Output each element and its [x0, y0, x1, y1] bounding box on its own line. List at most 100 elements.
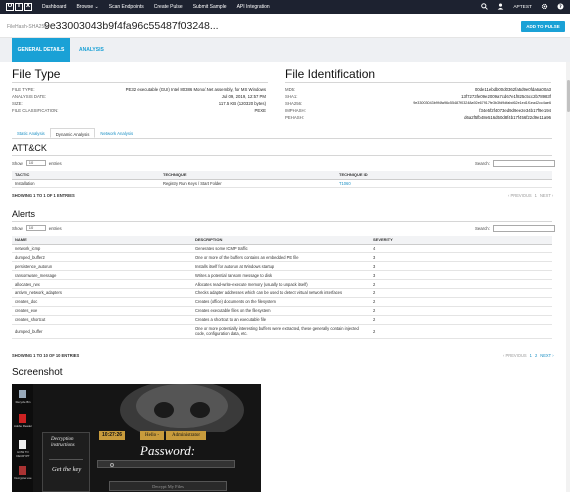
prev-button[interactable]: ‹ PREVIOUS: [503, 353, 527, 358]
file-hash-title: 9e33003043b9f4fa96c55487f03248...: [44, 20, 219, 32]
attck-search-input[interactable]: [492, 160, 555, 167]
entries-label: entries: [48, 160, 62, 166]
tab-general-details[interactable]: GENERAL DETAILS: [12, 38, 70, 62]
size-value: 117.5 KB (120320 bytes): [218, 101, 266, 106]
table-row: creates_exe Creates executable files on t…: [12, 306, 552, 316]
md5-label: MD5:: [285, 87, 296, 92]
pehash-label: PEHASH:: [285, 115, 304, 120]
panel-divider: [49, 459, 83, 460]
analysis-date-label: ANALYSIS DATE:: [12, 94, 47, 99]
cell-severity: 3: [370, 261, 552, 272]
analysis-date-value: Jul 09, 2019, 12:57 PM: [221, 94, 266, 99]
attck-table: TACTIC TECHNIQUE TECHNIQUE ID Installati…: [12, 171, 552, 189]
file-classification-label: FILE CLASSIFICATION:: [12, 108, 59, 113]
sha1-value: 13f7273fe09e2009a7cd67e1f825c5cc2b78983f: [461, 94, 551, 99]
subtab-static-analysis[interactable]: Static Analysis: [12, 128, 50, 138]
nav-api-integration[interactable]: API Integration: [237, 4, 270, 10]
add-to-pulse-button[interactable]: ADD TO PULSE: [521, 21, 565, 32]
cell-name: allocates_rwx: [12, 279, 192, 289]
alerts-search-input[interactable]: [492, 225, 555, 232]
svg-text:?: ?: [559, 4, 562, 10]
search-label: Search:: [475, 161, 490, 166]
col-technique[interactable]: TECHNIQUE: [160, 171, 336, 180]
imphash-label: IMPHASH:: [285, 108, 306, 113]
page-2-button[interactable]: 2: [535, 353, 537, 358]
table-row: ransomware_message Writes a potential ran…: [12, 270, 552, 281]
help-icon[interactable]: ?: [557, 2, 564, 12]
cell-tactic: Installation: [12, 179, 160, 189]
alerts-table: NAME DESCRIPTION SEVERITY network_icmp Ge…: [12, 236, 552, 339]
page-1-button[interactable]: 1: [530, 353, 532, 358]
table-row: creates_shortcut Creates a shortcut to an…: [12, 315, 552, 325]
technique-id-link[interactable]: T1060: [336, 179, 552, 189]
decryption-instructions-link[interactable]: Decryption instructions: [51, 437, 89, 449]
nav-submit-sample[interactable]: Submit Sample: [193, 4, 227, 10]
chevron-down-icon: ⌄: [94, 4, 99, 10]
alerts-heading: Alerts: [12, 209, 36, 219]
table-row: dumped_buffer One or more potentially int…: [12, 324, 552, 339]
file-type-label: FILE TYPE:: [12, 87, 35, 92]
subtab-network-analysis[interactable]: Network Analysis: [95, 128, 138, 138]
table-row: persistence_autorun Installs itself for a…: [12, 261, 552, 272]
get-the-key-link[interactable]: Get the key: [52, 466, 81, 474]
nav-browse[interactable]: Browse ⌄: [76, 4, 98, 10]
attck-info: SHOWING 1 TO 1 OF 1 ENTRIES: [12, 193, 75, 198]
show-label: Show: [12, 225, 23, 231]
next-button[interactable]: NEXT ›: [540, 353, 553, 358]
size-label: SIZE:: [12, 101, 23, 106]
sha1-label: SHA1:: [285, 94, 298, 99]
show-label: Show: [12, 160, 23, 166]
password-input[interactable]: [97, 460, 235, 468]
subtab-dynamic-analysis[interactable]: Dynamic Analysis: [49, 128, 96, 138]
decrypter-icon: [16, 466, 29, 475]
cell-name: network_icmp: [12, 244, 192, 254]
cell-name: dumped_buffer2: [12, 252, 192, 263]
alerts-pagination: ‹ PREVIOUS 1 2 NEXT ›: [503, 353, 554, 358]
file-type-heading: File Type: [12, 67, 61, 81]
decrypt-files-button[interactable]: Decrypt My Files: [109, 481, 227, 491]
desktop-icon-label: Adobe Reader: [13, 424, 33, 428]
attck-page-size-select[interactable]: 10: [25, 160, 46, 166]
alerts-page-size-select[interactable]: 10: [25, 225, 46, 231]
next-button[interactable]: NEXT ›: [540, 193, 553, 198]
cell-name: creates_exe: [12, 306, 192, 316]
divider: [12, 221, 552, 222]
page-scrollbar[interactable]: [566, 62, 570, 492]
nav-scan-endpoints[interactable]: Scan Endpoints: [109, 4, 144, 10]
radio-icon: [110, 462, 114, 467]
user-icon[interactable]: [497, 3, 504, 12]
table-row: dumped_buffer2 One or more of the buffers…: [12, 252, 552, 263]
nav-dashboard[interactable]: Dashboard: [42, 4, 66, 10]
alerts-search: Search:: [475, 225, 555, 232]
nav-create-pulse[interactable]: Create Pulse: [154, 4, 183, 10]
col-name[interactable]: NAME: [12, 236, 192, 245]
cell-name: persistence_autorun: [12, 261, 192, 272]
adobe-reader-icon: [16, 414, 29, 423]
username[interactable]: APTEST: [513, 5, 532, 10]
file-header: FileHash-SHA256: 9e33003043b9f4fa96c5548…: [0, 14, 570, 38]
logo-letter-t: T: [15, 3, 23, 11]
col-tactic[interactable]: TACTIC: [12, 171, 160, 180]
attck-search: Search:: [475, 160, 555, 167]
cell-description: Creates a shortcut to an executable file: [192, 315, 370, 325]
sha256-value: 9e33003043b9f4fa96c55487f03248a92e67917f…: [413, 101, 551, 105]
scrollbar-thumb[interactable]: [566, 80, 570, 112]
malware-screenshot[interactable]: Recycle Bin Adobe Reader HOW TO DECRYPT …: [12, 384, 261, 492]
cell-description: Creates (office) documents on the filesy…: [192, 297, 370, 307]
cell-name: antivm_network_adapters: [12, 288, 192, 298]
otx-logo[interactable]: O T X: [6, 3, 32, 11]
search-icon[interactable]: [481, 2, 489, 12]
col-description[interactable]: DESCRIPTION: [192, 236, 370, 245]
page-button[interactable]: 1: [535, 193, 537, 198]
divider: [12, 138, 552, 139]
attck-heading: ATT&CK: [12, 143, 47, 153]
table-row: allocates_rwx Allocates read-write-execut…: [12, 279, 552, 289]
col-technique-id[interactable]: TECHNIQUE ID: [336, 171, 552, 180]
cell-description: Writes a potential ransom message to dis…: [192, 270, 370, 281]
settings-icon[interactable]: [541, 3, 548, 12]
top-navbar: O T X Dashboard Browse ⌄ Scan Endpoints …: [0, 0, 570, 14]
table-row: creates_doc Creates (office) documents on…: [12, 297, 552, 307]
col-severity[interactable]: SEVERITY: [370, 236, 552, 245]
prev-button[interactable]: ‹ PREVIOUS: [508, 193, 532, 198]
tab-analysis[interactable]: ANALYSIS: [79, 38, 104, 62]
